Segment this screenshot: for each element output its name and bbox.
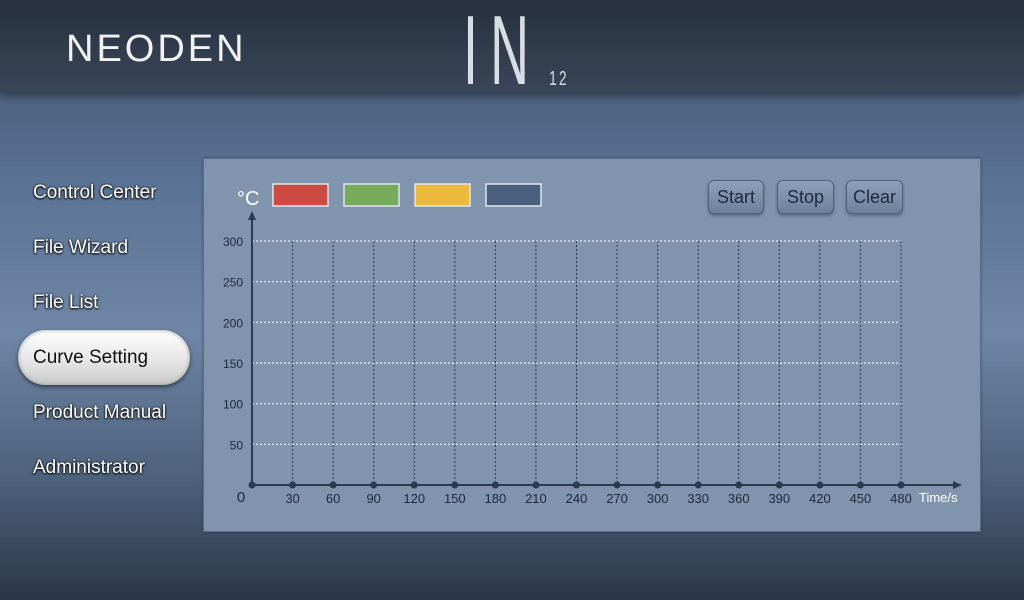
x-tick-label: 420 [809, 491, 831, 506]
x-tick-label: 60 [326, 491, 340, 506]
x-tick-dot [451, 481, 459, 489]
stop-button[interactable]: Stop [777, 180, 834, 214]
x-tick-label: 450 [850, 491, 872, 506]
x-tick-dot [410, 481, 418, 489]
x-tick-label: 270 [606, 491, 628, 506]
x-tick-dot [329, 481, 337, 489]
x-tick-label: 90 [366, 491, 380, 506]
x-axis-arrow [953, 481, 962, 489]
x-tick-dot [491, 481, 499, 489]
y-tick-label: 100 [223, 398, 243, 412]
y-tick-label: 200 [223, 316, 243, 330]
temperature-chart: 50 100 150 200 250 300 30 60 90 120 150 180 210 240 27… [223, 183, 962, 506]
x-tick-dot [654, 481, 662, 489]
x-tick-dot [694, 481, 702, 489]
x-tick-dot [856, 481, 864, 489]
y-tick-label: 150 [223, 357, 243, 371]
y-tick-label: 50 [230, 438, 244, 452]
x-tick-dot [289, 481, 297, 489]
x-tick-label: 330 [687, 491, 709, 506]
y-axis-arrow [248, 211, 256, 220]
x-tick-dot [775, 481, 783, 489]
x-tick-label: 150 [444, 491, 466, 506]
x-tick-label: 360 [728, 491, 750, 506]
x-tick-dot [532, 481, 540, 489]
x-tick-label: 480 [890, 491, 912, 506]
legend-swatch [343, 183, 400, 207]
x-tick-label: 120 [403, 491, 425, 506]
clear-button[interactable]: Clear [846, 180, 903, 214]
x-tick-dot [816, 481, 824, 489]
x-tick-dot [613, 481, 621, 489]
x-tick-label: 30 [285, 491, 299, 506]
x-tick-dot [573, 481, 580, 489]
y-axis-label: °C [237, 188, 259, 210]
legend-swatch [414, 183, 471, 207]
x-tick-label: 300 [647, 491, 669, 506]
x-tick-dot [248, 481, 256, 489]
origin-label: 0 [237, 489, 245, 506]
y-tick-label: 300 [223, 235, 243, 249]
start-button[interactable]: Start [708, 180, 764, 214]
x-tick-label: 180 [485, 491, 507, 506]
x-tick-label: 390 [768, 491, 790, 506]
y-tick-label: 250 [223, 276, 243, 290]
x-tick-dot [370, 481, 378, 489]
x-tick-dot [897, 481, 905, 489]
legend-swatch [485, 183, 542, 207]
x-tick-label: 240 [566, 491, 588, 506]
x-tick-label: 210 [525, 491, 547, 506]
x-tick-dot [735, 481, 743, 489]
legend-swatch [272, 183, 329, 207]
x-axis-label: Time/s [919, 490, 958, 505]
